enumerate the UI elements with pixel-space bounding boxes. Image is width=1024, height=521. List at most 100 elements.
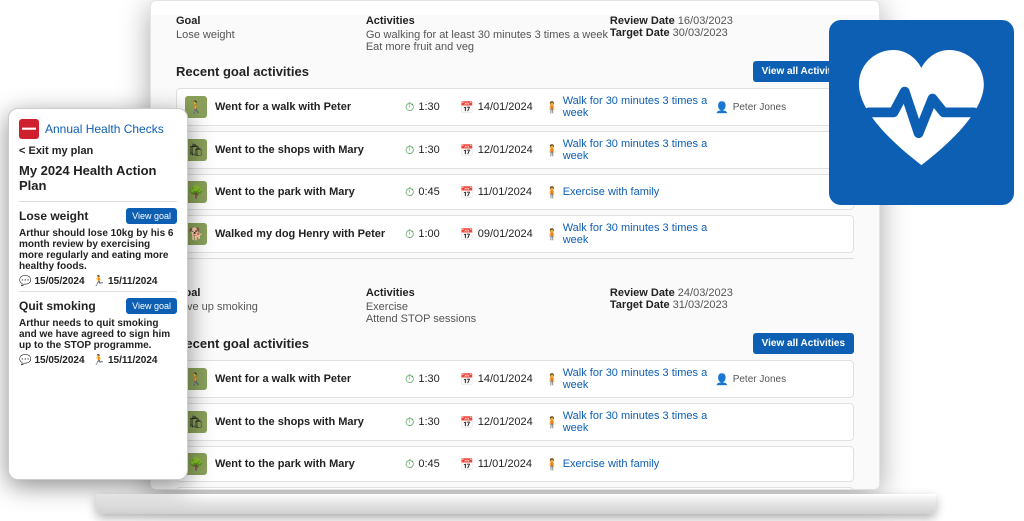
goal-value: Give up smoking [176, 301, 366, 313]
user-icon [715, 101, 729, 114]
person-icon [545, 373, 559, 386]
phone-goal-name: Quit smoking [19, 299, 96, 313]
view-all-activities-button[interactable]: View all Activities [753, 333, 854, 354]
calendar-icon [460, 144, 474, 157]
activity-title: Went for a walk with Peter [215, 373, 405, 385]
timer-icon [405, 100, 414, 115]
activity-row[interactable]: 🌳 Went to the park with Mary 0:45 11/01/202… [176, 174, 854, 210]
goal-label: Goal [176, 287, 366, 299]
activity-thumb-icon: 🛍 [185, 411, 207, 433]
phone-goal-name: Lose weight [19, 209, 88, 223]
activity-thumb-icon: 🛍 [185, 139, 207, 161]
target-date-label: Target Date [610, 299, 670, 311]
activity-date: 12/01/2024 [478, 144, 533, 156]
review-date-label: Review Date [610, 287, 675, 299]
timer-icon [405, 185, 414, 200]
activity-title: Went to the park with Mary [215, 186, 405, 198]
app-icon-large [829, 20, 1014, 205]
activity-title: Went to the park with Mary [215, 458, 405, 470]
user-icon [715, 373, 729, 386]
person-icon [545, 101, 559, 114]
activity-date: 11/01/2024 [478, 186, 532, 198]
exit-plan-link[interactable]: < Exit my plan [19, 145, 177, 157]
activity-text: Attend STOP sessions [366, 313, 610, 325]
activity-row[interactable]: 🚶Went for a walk with Peter1:3014/01/202… [176, 360, 854, 398]
activity-duration: 1:30 [418, 101, 439, 113]
runner-icon [93, 276, 105, 287]
chat-icon [19, 355, 31, 366]
person-icon [545, 186, 559, 199]
timer-icon [405, 227, 414, 242]
recent-activities-heading: Recent goal activities [176, 336, 309, 351]
phone-goal-date1: 15/05/2024 [34, 276, 84, 287]
activity-duration: 0:45 [418, 458, 439, 470]
app-title[interactable]: Annual Health Checks [45, 122, 164, 136]
activity-duration: 1:30 [418, 416, 439, 428]
activity-text: Go walking for at least 30 minutes 3 tim… [366, 29, 610, 41]
activity-link[interactable]: Walk for 30 minutes 3 times a week [563, 367, 715, 391]
activities-label: Activities [366, 287, 610, 299]
activity-person: Peter Jones [733, 374, 786, 385]
laptop-base [96, 494, 936, 514]
activity-thumb-icon: 🚶 [185, 96, 207, 118]
activity-person: Peter Jones [733, 102, 786, 113]
activity-link[interactable]: Walk for 30 minutes 3 times a week [563, 410, 715, 434]
activity-date: 14/01/2024 [478, 373, 533, 385]
heart-pulse-icon [852, 43, 991, 182]
activity-duration: 1:00 [418, 228, 439, 240]
activity-thumb-icon: 🌳 [185, 181, 207, 203]
chat-icon [19, 276, 31, 287]
target-date-value: 30/03/2023 [673, 27, 728, 39]
goal-value: Lose weight [176, 29, 366, 41]
activity-title: Walked my dog Henry with Peter [215, 228, 405, 240]
activity-link[interactable]: Walk for 30 minutes 3 times a week [563, 222, 715, 246]
activity-duration: 1:30 [418, 373, 439, 385]
phone-goal-desc: Arthur needs to quit smoking and we have… [19, 318, 177, 351]
activity-row[interactable]: 🛍Went to the shops with Mary1:3012/01/20… [176, 131, 854, 169]
review-date-value: 16/03/2023 [678, 15, 733, 27]
activity-row[interactable]: 🚶Went for a walk with Peter1:3014/01/202… [176, 88, 854, 126]
activity-row[interactable]: 🐕 Walked my dog Henry with Peter 1:00 09/01… [176, 215, 854, 253]
person-icon [545, 458, 559, 471]
activity-link[interactable]: Walk for 30 minutes 3 times a week [563, 138, 715, 162]
activity-row[interactable]: 🛍 Went to the shops with Mary 1:30 12/01/20… [176, 403, 854, 441]
activity-link[interactable]: Exercise with family [563, 186, 660, 198]
recent-activities-heading: Recent goal activities [176, 64, 309, 79]
phone-goal-date1: 15/05/2024 [34, 355, 84, 366]
timer-icon [405, 372, 414, 387]
view-goal-button[interactable]: View goal [126, 298, 177, 314]
activity-title: Went to the shops with Mary [215, 416, 405, 428]
plan-title: My 2024 Health Action Plan [19, 163, 177, 193]
activity-duration: 0:45 [418, 186, 439, 198]
activity-duration: 1:30 [418, 144, 439, 156]
activity-thumb-icon: 🐕 [185, 223, 207, 245]
activity-link[interactable]: Walk for 30 minutes 3 times a week [563, 95, 715, 119]
phone-goal-desc: Arthur should lose 10kg by his 6 month r… [19, 228, 177, 272]
goal-label: Goal [176, 15, 366, 27]
activity-row[interactable]: 🌳 Went to the park with Mary 0:45 11/01/202… [176, 446, 854, 482]
activity-link[interactable]: Exercise with family [563, 458, 660, 470]
timer-icon [405, 143, 414, 158]
activity-thumb-icon: 🌳 [185, 453, 207, 475]
person-icon [545, 416, 559, 429]
activity-title: Went for a walk with Peter [215, 101, 405, 113]
person-icon [545, 228, 559, 241]
runner-icon [93, 355, 105, 366]
activity-date: 11/01/2024 [478, 458, 532, 470]
timer-icon [405, 457, 414, 472]
target-date-value: 31/03/2023 [673, 299, 728, 311]
phone-goal-date2: 15/11/2024 [108, 355, 158, 366]
activities-label: Activities [366, 15, 610, 27]
timer-icon [405, 415, 414, 430]
calendar-icon [460, 101, 474, 114]
review-date-value: 24/03/2023 [678, 287, 733, 299]
calendar-icon [460, 458, 474, 471]
activity-text: Exercise [366, 301, 610, 313]
review-date-label: Review Date [610, 15, 675, 27]
activity-date: 09/01/2024 [478, 228, 533, 240]
calendar-icon [460, 416, 474, 429]
activity-date: 12/01/2024 [478, 416, 533, 428]
view-goal-button[interactable]: View goal [126, 208, 177, 224]
calendar-icon [460, 373, 474, 386]
activity-row[interactable]: 🐕Walked my dog Henry with Peter1:0009/01… [176, 487, 854, 490]
